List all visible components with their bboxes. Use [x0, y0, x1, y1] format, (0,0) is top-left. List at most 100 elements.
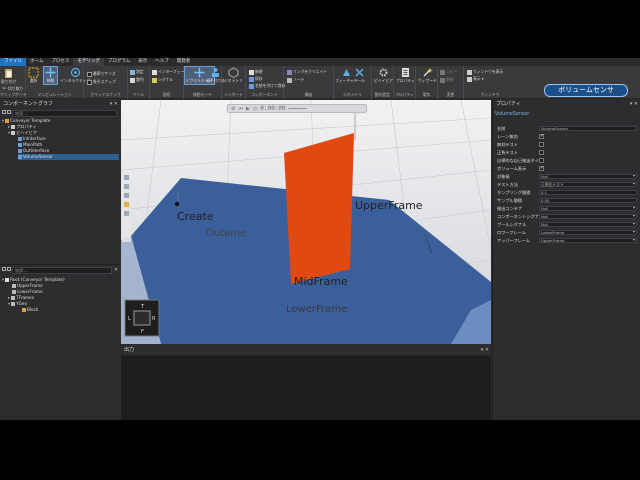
paste-icon — [5, 69, 13, 78]
speed-slider[interactable]: ━━━━━━ — [289, 106, 307, 112]
geometry-import-button[interactable]: ジオメトリ — [224, 67, 243, 84]
interface-button[interactable]: インターフェース — [152, 69, 188, 75]
delete-button[interactable]: 削除 — [440, 77, 454, 83]
property-input[interactable]: 0.00 — [539, 198, 637, 203]
output-console[interactable] — [121, 356, 491, 420]
property-checkbox[interactable] — [539, 165, 544, 171]
property-dropdown[interactable]: 正規化テスト — [539, 182, 637, 187]
expand-all-icon[interactable] — [2, 267, 6, 271]
property-row: 名前 VolumeSensor — [494, 125, 640, 132]
attract-snap-checkbox[interactable]: 吸引スナップ — [87, 79, 116, 85]
panel-controls[interactable]: ▾ ✕ — [110, 100, 118, 109]
collapse-arrow-icon: ▾ — [2, 277, 5, 282]
collapse-arrow-icon: ▾ — [8, 130, 11, 135]
3d-scene[interactable]: Create Outame UpperFrame MidFrame LowerF… — [121, 100, 491, 344]
behavior-button[interactable]: ビヘイビア — [374, 67, 393, 84]
align-button[interactable]: 整列 — [130, 77, 144, 83]
property-checkbox[interactable] — [539, 150, 544, 155]
property-row: サンプル間隔 0.00 — [494, 197, 640, 204]
display-label: 表示 ▾ — [473, 76, 484, 81]
play-icon[interactable]: ▶ — [246, 106, 250, 112]
delete-label: 削除 — [446, 77, 454, 82]
graph-search-input[interactable]: 検索... — [12, 110, 117, 117]
property-dropdown[interactable]: Null — [539, 174, 637, 179]
property-label: 自律的な自己検出タイプ — [497, 158, 544, 163]
view-tool-icon[interactable] — [124, 175, 129, 180]
save-as-button[interactable]: 名前を付けて保存 — [249, 83, 285, 89]
properties-title: プロパティ — [496, 101, 521, 107]
property-label: テスト方法 — [497, 182, 518, 187]
menu-item[interactable]: 表示 — [134, 58, 151, 66]
property-checkbox[interactable] — [539, 133, 544, 139]
display-dropdown[interactable]: 表示 ▾ — [467, 76, 484, 82]
menu-item[interactable]: プロセス — [47, 58, 73, 66]
geometry-tools-button[interactable]: ツール — [354, 67, 365, 84]
align-icon — [130, 77, 135, 83]
expand-all-icon[interactable] — [2, 110, 6, 114]
show-window-button[interactable]: ウィンドウを表示 — [467, 69, 503, 75]
property-row: ロワーフレーム LowerFrame — [494, 229, 640, 236]
panel-controls[interactable]: ▾ ✕ — [630, 100, 638, 109]
property-dropdown[interactable]: Null — [539, 206, 637, 211]
select-button[interactable]: 選択 — [28, 67, 39, 84]
menu-bar: ファイル ホーム プロセス モデリング プログラム 表示 ヘルプ 開発者 — [0, 58, 640, 66]
view-tool-icon[interactable] — [124, 211, 129, 216]
collapse-all-icon[interactable] — [7, 110, 11, 114]
property-dropdown[interactable]: UpperFrame — [539, 238, 637, 243]
property-row: コンポーネントシグナル Null — [494, 213, 640, 220]
volume-sensor-box[interactable] — [284, 133, 354, 284]
structure-group-label: 構造 — [304, 92, 313, 97]
menu-item[interactable]: 開発者 — [173, 58, 195, 66]
property-dropdown[interactable]: Null — [539, 222, 637, 227]
property-dropdown[interactable]: Null — [539, 214, 637, 219]
nearest-size-checkbox[interactable]: 最寄りサイズ — [87, 71, 116, 77]
measure-button[interactable]: 測定 — [130, 69, 144, 75]
property-label: 正負テスト — [497, 150, 518, 155]
tree-item-block[interactable]: Block — [22, 307, 38, 313]
property-checkbox[interactable] — [539, 142, 544, 147]
menu-item[interactable]: ホーム — [26, 58, 47, 66]
geometry-search-input[interactable]: 検索... — [12, 267, 112, 274]
tree-item-volumesensor[interactable]: VolumeSensor — [18, 154, 119, 160]
property-input[interactable]: VolumeSensor — [539, 126, 637, 131]
interface-icon — [18, 149, 22, 153]
tools-group-label: ツール — [132, 92, 145, 97]
menu-item[interactable]: プログラム — [104, 58, 134, 66]
signal-button[interactable]: シグナル — [152, 77, 173, 83]
menu-item[interactable]: ヘルプ — [151, 58, 173, 66]
create-link-button[interactable]: リンクをクリエイト — [287, 69, 327, 75]
property-input[interactable]: 0.1 — [539, 190, 637, 195]
properties-button[interactable]: プロパティ — [396, 67, 415, 84]
menu-item[interactable]: モデリング — [73, 58, 104, 66]
gear-icon — [11, 131, 16, 135]
node-button[interactable]: ノード — [287, 77, 304, 83]
close-icon[interactable]: ✕ — [114, 267, 118, 273]
save-button[interactable]: 保存 — [249, 76, 263, 82]
new-button[interactable]: 新規 — [249, 69, 263, 75]
view-tool-icon[interactable] — [124, 202, 129, 207]
paste-label: 貼り付け — [1, 79, 17, 84]
rewind-icon[interactable]: ⏮ — [238, 106, 243, 112]
scissors-icon: ✂ — [2, 85, 7, 92]
navigation-cube[interactable]: T L R F — [124, 299, 160, 337]
playback-bar: ⚙ ⏮ ▶ ◷ 0:00:00 ━━━━━━ — [227, 104, 367, 113]
properties-group: プロパティ プロパティ — [394, 66, 416, 99]
property-dropdown[interactable]: LowerFrame — [539, 230, 637, 235]
3d-viewport[interactable]: Create Outame UpperFrame MidFrame LowerF… — [121, 100, 491, 344]
wizard-button[interactable]: ウィザード — [418, 67, 437, 84]
panel-controls[interactable]: ▾ ✕ — [481, 346, 489, 355]
paste-button[interactable]: 貼り付け — [1, 68, 16, 85]
menu-item[interactable]: ファイル — [0, 58, 26, 66]
property-checkbox[interactable] — [539, 158, 544, 163]
geometry-group: フィーチャー ツール ジオメトリ — [334, 66, 372, 99]
view-tool-icon[interactable] — [124, 184, 129, 189]
move-button[interactable]: 移動 — [43, 66, 58, 85]
view-tool-icon[interactable] — [124, 193, 129, 198]
collapse-all-icon[interactable] — [7, 267, 11, 271]
copy-button[interactable]: コピー — [440, 69, 457, 75]
settings-icon[interactable]: ⚙ — [231, 106, 235, 112]
upperframe-label: UpperFrame — [355, 199, 423, 212]
frame-icon — [11, 296, 16, 300]
component-group-label: コンポーネント — [251, 92, 278, 97]
move-icon — [45, 67, 56, 78]
